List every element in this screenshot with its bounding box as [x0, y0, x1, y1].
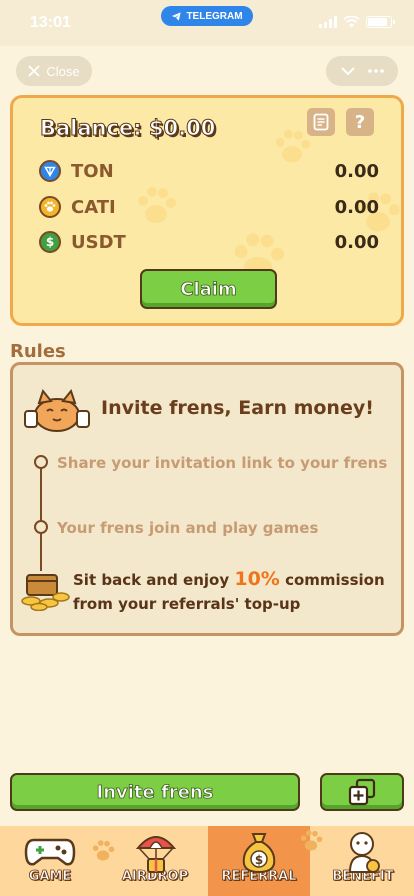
question-mark-icon: ?	[354, 111, 366, 133]
bottom-tab-bar: GAME AIRDROP $ REFERRAL BENEFIT	[0, 826, 414, 896]
menu-pill	[326, 56, 398, 86]
coin-name: TON	[71, 160, 114, 182]
copy-icon	[348, 778, 376, 806]
timeline-dot	[34, 455, 48, 469]
close-icon	[28, 65, 41, 77]
telegram-return-pill[interactable]: TELEGRAM	[161, 6, 253, 26]
gamepad-icon	[24, 838, 76, 866]
chevron-down-icon[interactable]	[340, 66, 355, 76]
coin-row-ton: TON 0.00	[39, 158, 379, 184]
rules-card: Invite frens, Earn money! Share your inv…	[10, 362, 404, 636]
tab-benefit[interactable]: BENEFIT	[312, 826, 414, 896]
tab-airdrop[interactable]: AIRDROP	[105, 826, 205, 896]
mascot-icon	[348, 832, 380, 873]
status-bar: 13:01 TELEGRAM	[0, 0, 414, 46]
status-icons	[319, 16, 395, 28]
copy-link-button[interactable]	[320, 773, 404, 811]
commission-percent: 10%	[234, 568, 280, 590]
coin-row-usdt: $ USDT 0.00	[39, 229, 379, 255]
claim-button[interactable]: Claim	[140, 269, 277, 309]
signal-icon	[319, 16, 337, 28]
commission-suffix: commission	[285, 571, 385, 589]
invite-frens-button[interactable]: Invite frens	[10, 773, 300, 811]
coin-name: CATI	[71, 196, 116, 218]
timeline-dot	[34, 520, 48, 534]
close-label: Close	[46, 63, 80, 79]
treasure-chest-icon	[21, 574, 70, 611]
coin-amount: 0.00	[334, 160, 379, 182]
ton-coin-icon	[39, 160, 61, 182]
balance-card: Balance: $0.00 ? TON 0.00 CATI 0.00 $ US…	[10, 95, 404, 326]
coin-amount: 0.00	[334, 196, 379, 218]
rules-title: Invite frens, Earn money!	[101, 397, 374, 419]
commission-line2: from your referrals' top-up	[73, 595, 301, 613]
help-button[interactable]: ?	[346, 108, 374, 136]
wifi-icon	[343, 16, 360, 28]
usdt-coin-icon: $	[39, 231, 61, 253]
commission-prefix: Sit back and enjoy	[73, 571, 230, 589]
rule-step: Share your invitation link to your frens	[57, 454, 388, 472]
money-bag-icon: $	[242, 833, 276, 874]
balance-title: Balance: $0.00	[39, 116, 216, 141]
close-button[interactable]: Close	[16, 56, 92, 86]
svg-text:$: $	[255, 853, 263, 867]
history-button[interactable]	[307, 108, 335, 136]
cati-coin-icon	[39, 196, 61, 218]
status-time: 13:01	[30, 14, 71, 31]
document-list-icon	[313, 113, 329, 131]
tab-referral[interactable]: $ REFERRAL	[208, 826, 310, 896]
cat-thumbs-up-icon	[24, 388, 90, 432]
telegram-label: TELEGRAM	[186, 10, 243, 22]
coin-name: USDT	[71, 231, 126, 253]
parachute-gift-icon	[135, 836, 177, 873]
coin-row-cati: CATI 0.00	[39, 194, 379, 220]
rules-heading: Rules	[10, 341, 66, 362]
commission-text: Sit back and enjoy 10% commission from y…	[73, 567, 393, 616]
timeline-line	[40, 461, 42, 571]
tab-game[interactable]: GAME	[0, 826, 100, 896]
tab-label: GAME	[28, 869, 72, 885]
telegram-icon	[172, 11, 182, 21]
rule-step: Your frens join and play games	[57, 519, 319, 537]
battery-icon	[366, 16, 395, 28]
coin-amount: 0.00	[334, 231, 379, 253]
more-icon[interactable]	[367, 69, 384, 73]
